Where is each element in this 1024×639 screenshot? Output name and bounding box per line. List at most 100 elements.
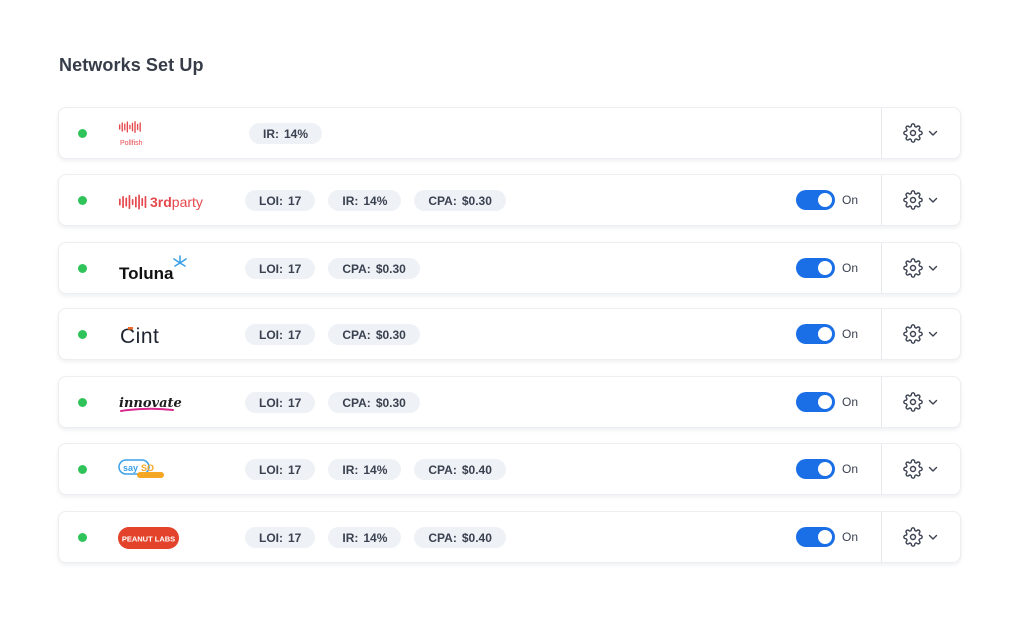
chevron-down-icon[interactable] <box>927 463 939 475</box>
status-indicator <box>78 129 87 138</box>
network-row: Pollfish IR: 14% <box>58 107 961 159</box>
settings-menu-button[interactable] <box>881 309 960 359</box>
status-indicator <box>78 264 87 273</box>
metric-pills: LOI: 17 CPA: $0.30 <box>245 392 420 413</box>
toggle-switch[interactable] <box>796 190 835 210</box>
settings-menu-button[interactable] <box>881 108 960 158</box>
network-row: 3rdparty LOI: 17 IR: 14% CPA: $0.30 On <box>58 174 961 226</box>
network-toggle: On <box>796 258 858 278</box>
network-toggle: On <box>796 190 858 210</box>
metric-value: 14% <box>363 462 388 477</box>
metric-label: LOI: <box>259 395 283 410</box>
metric-pill: IR: 14% <box>328 527 402 548</box>
chevron-down-icon[interactable] <box>927 262 939 274</box>
metric-pill: LOI: 17 <box>245 527 316 548</box>
metric-pill: LOI: 17 <box>245 392 316 413</box>
metric-pill: CPA: $0.30 <box>414 190 506 211</box>
metric-label: CPA: <box>428 462 457 477</box>
metric-pill: LOI: 17 <box>245 190 316 211</box>
metric-label: LOI: <box>259 462 283 477</box>
toggle-switch[interactable] <box>796 527 835 547</box>
pollfish-logo: Pollfish <box>117 118 237 150</box>
metric-pills: LOI: 17 IR: 14% CPA: $0.40 <box>245 459 506 480</box>
toluna-logo: Toluna <box>117 253 237 285</box>
svg-text:Cint: Cint <box>120 325 159 348</box>
chevron-down-icon[interactable] <box>927 127 939 139</box>
chevron-down-icon[interactable] <box>927 396 939 408</box>
gear-icon[interactable] <box>903 258 923 278</box>
gear-icon[interactable] <box>903 527 923 547</box>
network-row: say SO LOI: 17 IR: 14% CPA: $0.40 On <box>58 443 961 495</box>
metric-pills: LOI: 17 CPA: $0.30 <box>245 324 420 345</box>
chevron-down-icon[interactable] <box>927 328 939 340</box>
metric-value: 17 <box>288 261 302 276</box>
metric-value: 14% <box>363 193 388 208</box>
toggle-knob <box>818 395 832 409</box>
toggle-switch[interactable] <box>796 324 835 344</box>
svg-text:SO: SO <box>141 463 154 473</box>
metric-pills: LOI: 17 CPA: $0.30 <box>245 258 420 279</box>
toggle-label: On <box>842 395 859 409</box>
metric-label: IR: <box>342 530 359 545</box>
metric-label: CPA: <box>428 193 457 208</box>
toggle-knob <box>818 193 832 207</box>
svg-text:Toluna: Toluna <box>119 264 174 283</box>
metric-pill: CPA: $0.30 <box>328 258 420 279</box>
metric-label: LOI: <box>259 327 283 342</box>
status-indicator <box>78 465 87 474</box>
settings-menu-button[interactable] <box>881 243 960 293</box>
metric-label: CPA: <box>342 395 371 410</box>
metric-value: $0.40 <box>461 530 492 545</box>
metric-pill: CPA: $0.40 <box>414 527 506 548</box>
toggle-label: On <box>842 261 859 275</box>
settings-menu-button[interactable] <box>881 444 960 494</box>
sayso-logo: say SO <box>117 454 237 486</box>
metric-value: $0.30 <box>375 327 406 342</box>
toggle-switch[interactable] <box>796 459 835 479</box>
metric-value: $0.30 <box>461 193 492 208</box>
gear-icon[interactable] <box>903 324 923 344</box>
metric-value: 17 <box>288 327 302 342</box>
metric-value: 17 <box>288 462 302 477</box>
metric-value: 17 <box>288 395 302 410</box>
page-title: Networks Set Up <box>59 55 204 75</box>
network-row: innovate LOI: 17 CPA: $0.30 On <box>58 376 961 428</box>
metric-pill: LOI: 17 <box>245 258 316 279</box>
gear-icon[interactable] <box>903 459 923 479</box>
metric-pill: IR: 14% <box>328 190 402 211</box>
metric-label: IR: <box>342 462 359 477</box>
toggle-knob <box>818 261 832 275</box>
toggle-knob <box>818 327 832 341</box>
toggle-knob <box>818 462 832 476</box>
chevron-down-icon[interactable] <box>927 194 939 206</box>
metric-label: CPA: <box>342 261 371 276</box>
settings-menu-button[interactable] <box>881 175 960 225</box>
network-toggle: On <box>796 392 858 412</box>
metric-value: $0.30 <box>375 395 406 410</box>
network-row: Cint LOI: 17 CPA: $0.30 On <box>58 308 961 360</box>
chevron-down-icon[interactable] <box>927 531 939 543</box>
gear-icon[interactable] <box>903 392 923 412</box>
metric-value: 17 <box>288 530 302 545</box>
metric-pill: CPA: $0.30 <box>328 324 420 345</box>
metric-label: IR: <box>342 193 359 208</box>
metric-pills: LOI: 17 IR: 14% CPA: $0.40 <box>245 527 506 548</box>
metric-value: 14% <box>284 126 309 141</box>
svg-text:3rdparty: 3rdparty <box>150 194 203 210</box>
settings-menu-button[interactable] <box>881 377 960 427</box>
toggle-switch[interactable] <box>796 392 835 412</box>
metric-value: $0.30 <box>375 261 406 276</box>
network-toggle: On <box>796 459 858 479</box>
toggle-switch[interactable] <box>796 258 835 278</box>
settings-menu-button[interactable] <box>881 512 960 562</box>
metric-pill: CPA: $0.40 <box>414 459 506 480</box>
cint-logo: Cint <box>117 319 237 351</box>
gear-icon[interactable] <box>903 190 923 210</box>
metric-label: LOI: <box>259 530 283 545</box>
metric-label: LOI: <box>259 193 283 208</box>
metric-label: CPA: <box>428 530 457 545</box>
metric-pill: LOI: 17 <box>245 459 316 480</box>
peanut-labs-logo: PEANUT LABS <box>117 522 237 554</box>
metric-pill: CPA: $0.30 <box>328 392 420 413</box>
gear-icon[interactable] <box>903 123 923 143</box>
